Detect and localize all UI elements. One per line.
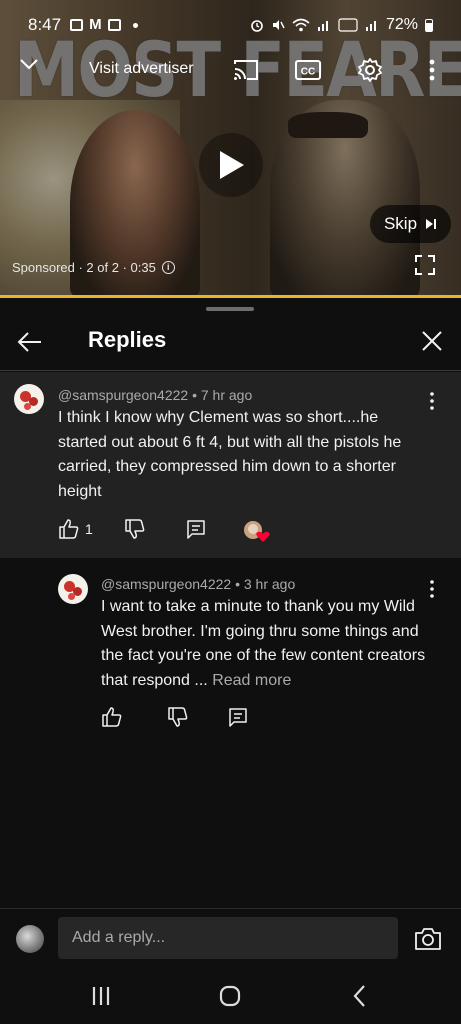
comment-icon[interactable] xyxy=(185,518,207,540)
cc-icon[interactable]: CC xyxy=(294,56,322,84)
system-nav-bar xyxy=(0,968,461,1024)
visit-advertiser-link[interactable]: Visit advertiser xyxy=(89,60,194,78)
battery-percent: 72% xyxy=(385,16,418,33)
comment-author[interactable]: @samspurgeon4222 • 7 hr ago xyxy=(58,387,252,403)
alarm-icon xyxy=(251,20,263,32)
camera-icon[interactable] xyxy=(414,926,442,952)
parent-comment: @samspurgeon4222 • 7 hr ago I think I kn… xyxy=(0,372,461,558)
comment-icon[interactable] xyxy=(227,706,249,728)
status-right: 72% xyxy=(250,16,433,34)
close-icon[interactable] xyxy=(419,328,445,354)
checkbox-icon xyxy=(107,19,121,31)
creator-heart-icon xyxy=(244,521,270,542)
chevron-down-icon[interactable] xyxy=(14,52,44,82)
play-icon xyxy=(220,151,244,179)
drag-handle[interactable] xyxy=(206,307,254,311)
arrow-left-icon[interactable] xyxy=(16,328,44,356)
comment-text: I want to take a minute to thank you my … xyxy=(101,595,431,693)
sponsored-text: Sponsored · 2 of 2 · 0:35 xyxy=(12,260,156,275)
panel-title: Replies xyxy=(88,327,167,352)
status-time: 8:47 xyxy=(28,15,62,34)
battery-icon xyxy=(425,18,433,32)
gallery-icon xyxy=(70,19,84,31)
reply-comment: @samspurgeon4222 • 3 hr ago I want to ta… xyxy=(0,560,461,730)
skip-next-icon xyxy=(426,219,437,229)
comment-author[interactable]: @samspurgeon4222 • 3 hr ago xyxy=(101,576,295,592)
thumbs-up-icon[interactable] xyxy=(101,706,123,728)
info-icon[interactable]: i xyxy=(161,261,175,274)
signal-icon-2 xyxy=(365,21,376,31)
cast-icon[interactable] xyxy=(232,56,260,84)
notification-icons: M xyxy=(70,16,138,33)
header-divider xyxy=(0,370,461,371)
skip-label: Skip xyxy=(383,214,418,233)
play-button[interactable] xyxy=(199,133,263,197)
more-vert-icon[interactable] xyxy=(424,390,444,412)
back-icon[interactable] xyxy=(345,982,375,1010)
like-count: 1 xyxy=(85,521,93,537)
thumbs-up-icon[interactable] xyxy=(58,518,80,540)
reply-input[interactable] xyxy=(58,917,398,959)
reply-input-bar xyxy=(0,908,461,968)
more-vert-icon[interactable] xyxy=(420,56,448,84)
read-more-link[interactable]: Read more xyxy=(212,672,291,689)
fullscreen-icon[interactable] xyxy=(413,253,437,277)
mute-icon xyxy=(272,20,285,30)
sponsored-info: Sponsored · 2 of 2 · 0:35 i xyxy=(12,260,175,275)
more-notifications-icon xyxy=(132,22,138,28)
gear-icon[interactable] xyxy=(356,56,384,84)
status-bar: 8:47 M 72% xyxy=(0,10,461,40)
avatar[interactable] xyxy=(14,384,44,414)
skip-ad-button[interactable]: Skip xyxy=(370,205,451,243)
avatar[interactable] xyxy=(58,574,88,604)
thumbs-down-icon[interactable] xyxy=(124,518,146,540)
comment-actions: 1 xyxy=(58,518,93,540)
recent-apps-icon[interactable] xyxy=(86,982,116,1010)
user-avatar[interactable] xyxy=(16,925,44,953)
replies-header: Replies xyxy=(0,316,461,370)
signal-icon xyxy=(317,21,328,31)
volte-icon xyxy=(338,18,358,32)
gmail-icon: M xyxy=(89,16,102,33)
thumbs-down-icon[interactable] xyxy=(167,706,189,728)
home-icon[interactable] xyxy=(215,982,245,1010)
svg-text:CC: CC xyxy=(301,67,315,78)
comment-text: I think I know why Clement was so short.… xyxy=(58,409,402,500)
wifi-icon xyxy=(292,18,310,32)
